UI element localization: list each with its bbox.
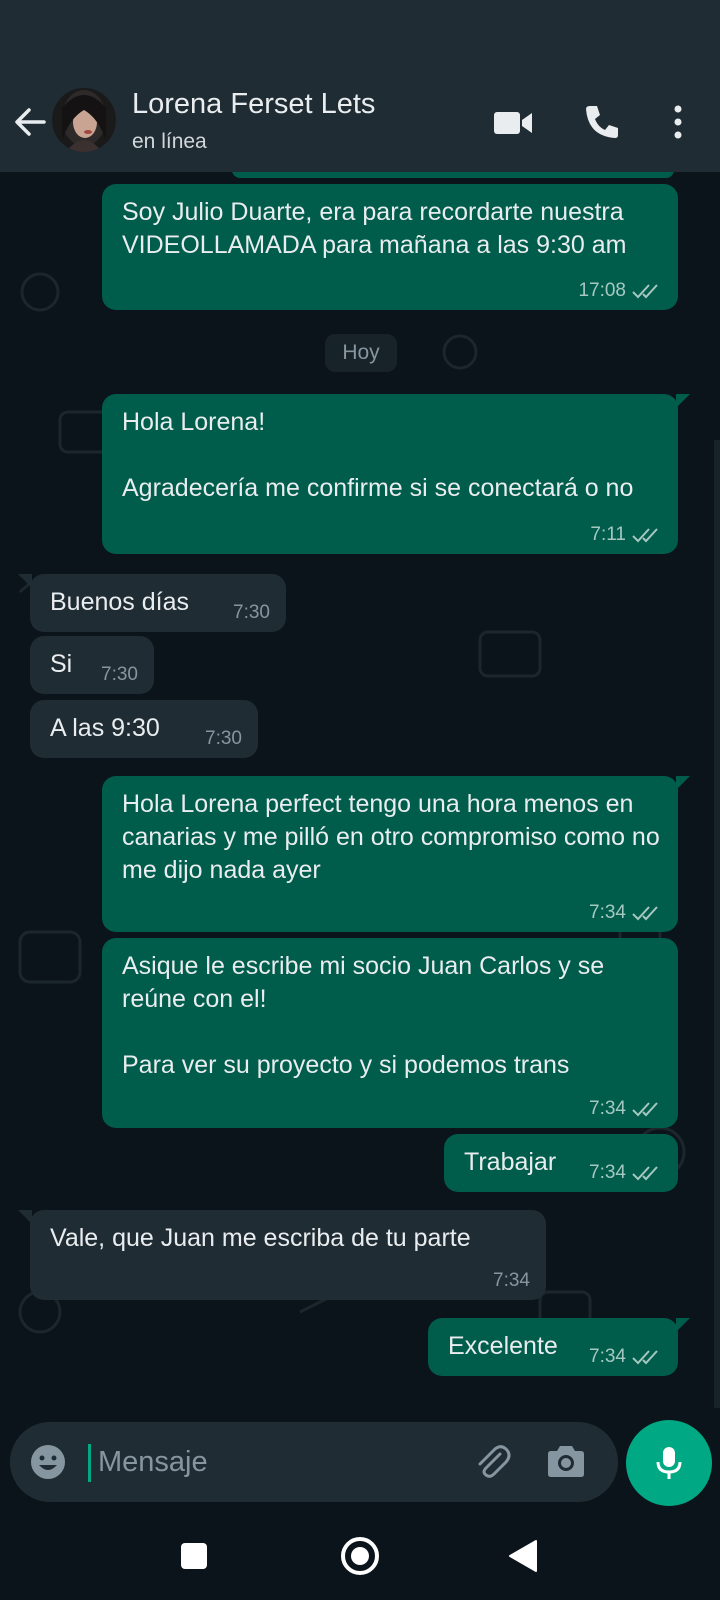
message-time: 7:34 xyxy=(589,902,626,923)
chat-header: Lorena Ferset Lets en línea xyxy=(0,88,720,172)
message-time: 7:34 xyxy=(589,1098,626,1119)
message-meta: 7:34 xyxy=(589,1098,662,1120)
camera-icon[interactable] xyxy=(544,1440,588,1484)
bubble-tail xyxy=(676,776,690,790)
message-text: Soy Julio Duarte, era para recordarte nu… xyxy=(122,198,627,259)
chat-area[interactable]: Soy Julio Duarte, era para recordarte nu… xyxy=(0,172,720,1408)
message-bubble-outgoing[interactable]: Soy Julio Duarte, era para recordarte nu… xyxy=(102,184,678,310)
message-input[interactable] xyxy=(98,1436,458,1488)
message-text: Hola Lorena! Agradecería me confirme si … xyxy=(122,408,634,502)
date-separator: Hoy xyxy=(325,334,397,372)
bubble-tail xyxy=(676,1318,690,1332)
more-vertical-icon[interactable] xyxy=(660,100,704,144)
message-time: 7:30 xyxy=(101,664,138,685)
double-check-icon xyxy=(632,1166,658,1181)
message-bubble-outgoing[interactable]: Hola Lorena! Agradecería me confirme si … xyxy=(102,394,690,554)
previous-message-bubble[interactable] xyxy=(232,172,674,178)
square-icon[interactable] xyxy=(170,1532,218,1580)
message-time: 7:34 xyxy=(493,1270,530,1291)
message-bubble-incoming[interactable]: A las 9:30 7:30 xyxy=(30,700,258,758)
double-check-icon xyxy=(632,1350,658,1365)
triangle-back-icon[interactable] xyxy=(500,1532,548,1580)
message-bubble-outgoing[interactable]: Trabajar 7:34 xyxy=(444,1134,678,1192)
video-camera-icon[interactable] xyxy=(492,100,536,144)
contact-status: en línea xyxy=(132,130,207,153)
emoji-icon[interactable] xyxy=(28,1442,68,1482)
status-bar xyxy=(0,0,720,88)
message-text: Vale, que Juan me escriba de tu parte xyxy=(50,1224,471,1252)
message-meta: 7:34 xyxy=(589,1162,662,1184)
double-check-icon xyxy=(632,528,658,543)
arrow-left-icon[interactable] xyxy=(10,102,50,142)
bubble-tail xyxy=(18,1210,32,1224)
message-bubble-incoming[interactable]: Si 7:30 xyxy=(30,636,154,694)
bubble-tail xyxy=(18,574,32,588)
double-check-icon xyxy=(632,1102,658,1117)
message-bubble-outgoing[interactable]: Hola Lorena perfect tengo una hora menos… xyxy=(102,776,690,932)
message-text: Asique le escribe mi socio Juan Carlos y… xyxy=(122,952,605,1079)
message-time: 7:34 xyxy=(589,1346,626,1367)
message-composer xyxy=(10,1422,618,1502)
message-bubble-incoming[interactable]: Vale, que Juan me escriba de tu parte 7:… xyxy=(18,1210,546,1300)
message-meta: 7:34 xyxy=(589,902,662,924)
message-text: Hola Lorena perfect tengo una hora menos… xyxy=(122,790,660,884)
circle-icon[interactable] xyxy=(336,1532,384,1580)
message-time: 17:08 xyxy=(578,280,626,301)
text-caret xyxy=(88,1444,91,1482)
double-check-icon xyxy=(632,284,658,299)
message-meta: 7:34 xyxy=(589,1346,662,1368)
message-time: 7:11 xyxy=(590,524,626,545)
message-meta: 7:11 xyxy=(590,524,662,546)
double-check-icon xyxy=(632,906,658,921)
message-bubble-incoming[interactable]: Buenos días 7:30 xyxy=(18,574,286,632)
avatar[interactable] xyxy=(52,88,116,152)
message-meta: 7:30 xyxy=(233,602,270,624)
message-meta: 7:30 xyxy=(101,664,138,686)
message-bubble-outgoing[interactable]: Asique le escribe mi socio Juan Carlos y… xyxy=(102,938,678,1128)
message-time: 7:30 xyxy=(233,602,270,623)
phone-icon[interactable] xyxy=(580,100,624,144)
message-meta: 17:08 xyxy=(578,280,662,302)
message-time: 7:34 xyxy=(589,1162,626,1183)
message-meta: 7:30 xyxy=(205,728,242,750)
message-bubble-outgoing[interactable]: Excelente 7:34 xyxy=(428,1318,690,1376)
bubble-tail xyxy=(676,394,690,408)
contact-name[interactable]: Lorena Ferset Lets xyxy=(132,88,375,121)
microphone-icon[interactable] xyxy=(626,1420,712,1506)
message-meta: 7:34 xyxy=(493,1270,530,1292)
system-navigation-bar xyxy=(0,1512,720,1600)
message-time: 7:30 xyxy=(205,728,242,749)
paperclip-icon[interactable] xyxy=(470,1440,514,1484)
scrollbar[interactable] xyxy=(714,440,720,1408)
